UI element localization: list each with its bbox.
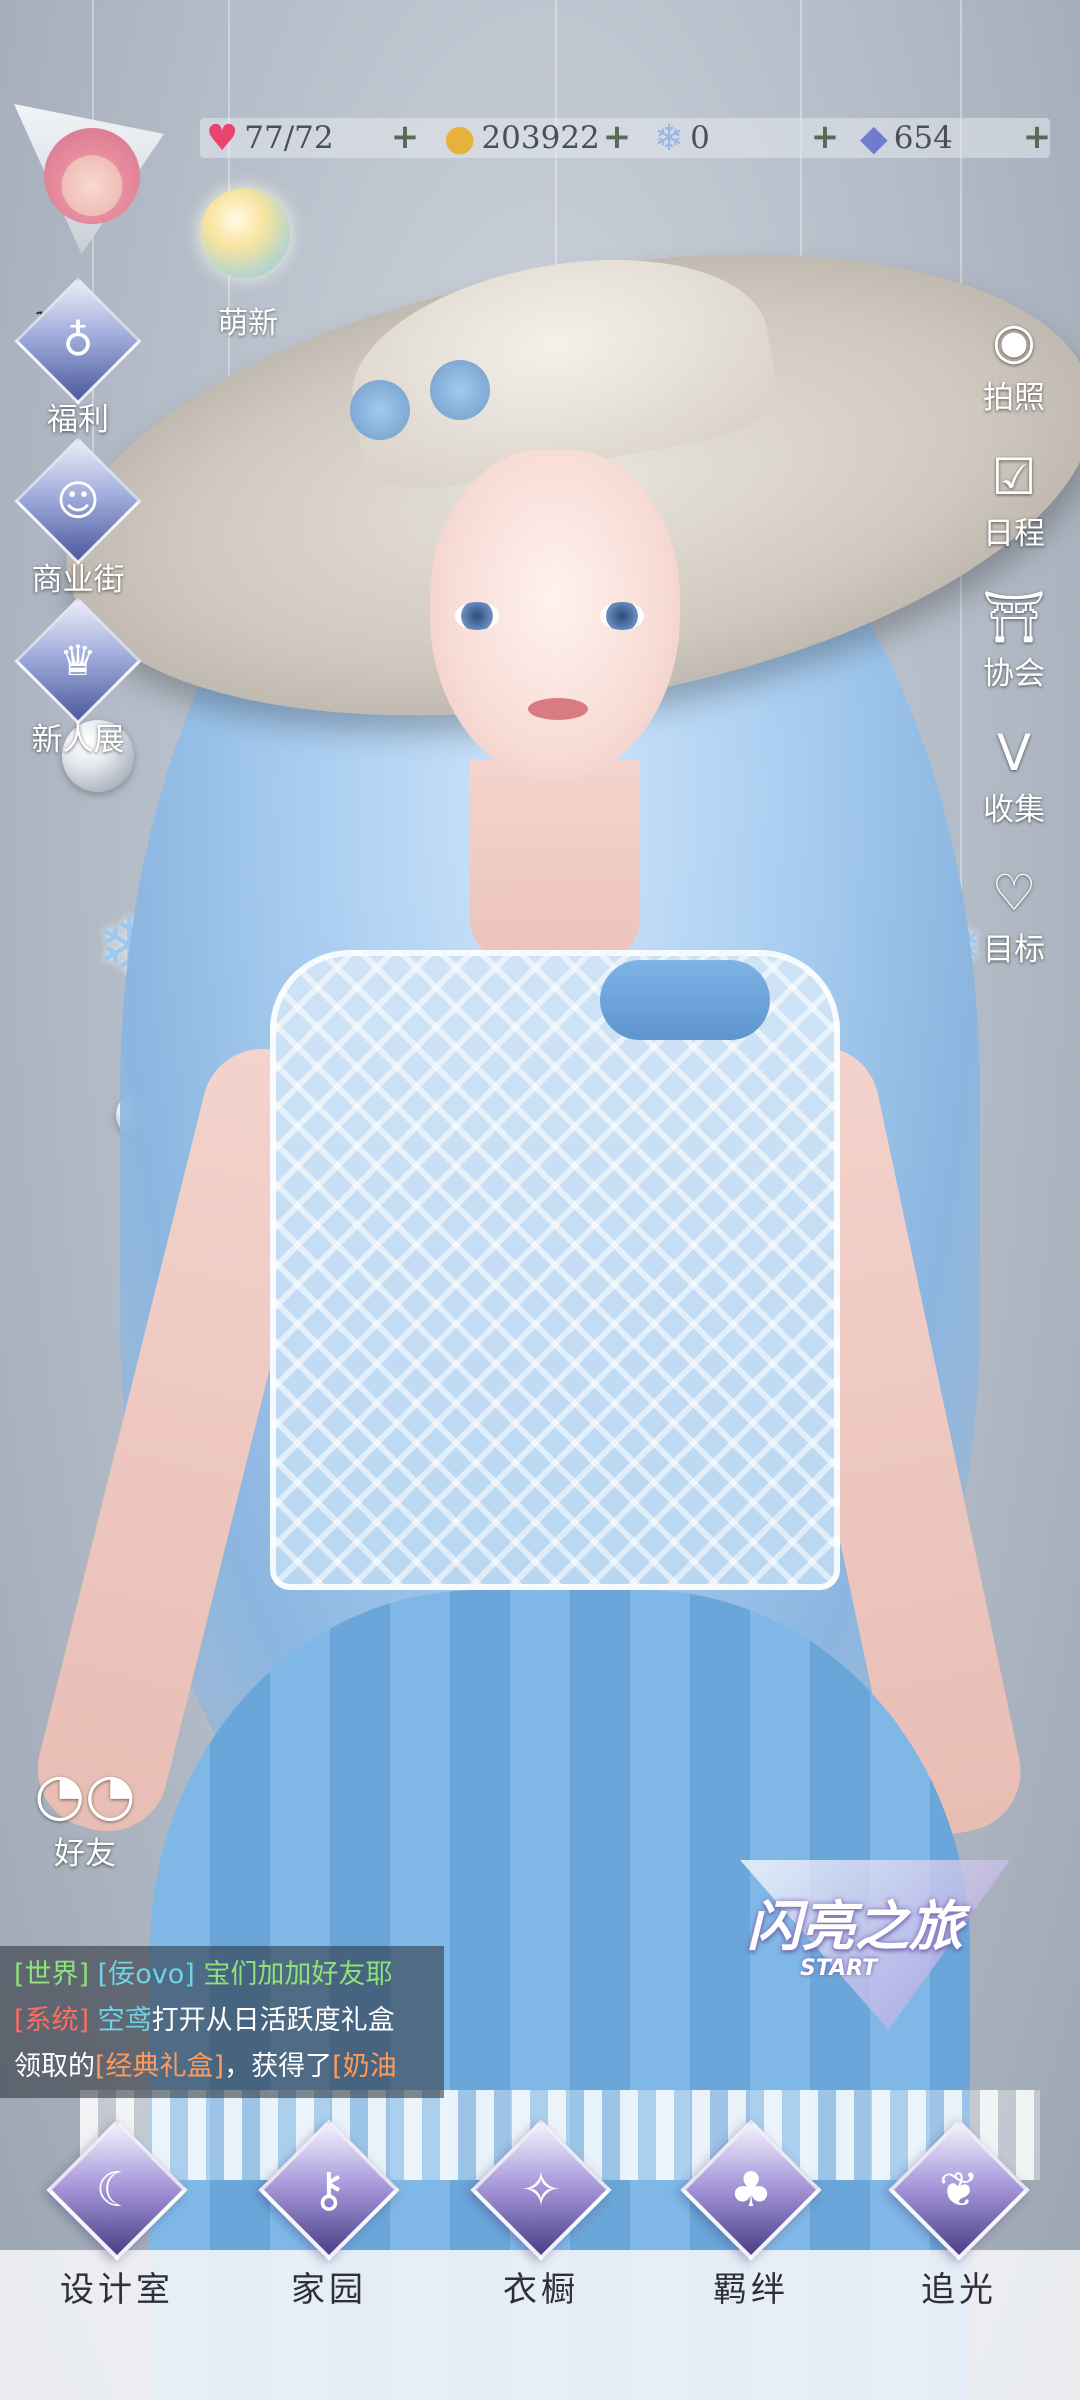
gold-value: 203922 bbox=[481, 120, 600, 156]
character-neck bbox=[470, 760, 640, 960]
crystal-value: 0 bbox=[690, 120, 710, 156]
character-eye bbox=[455, 602, 499, 630]
collection-label: 收集 bbox=[983, 792, 1045, 828]
add-stamina-button[interactable]: + bbox=[388, 120, 422, 154]
wardrobe-label: 衣橱 bbox=[503, 2270, 579, 2310]
crystal-resource: ❄ 0 bbox=[654, 114, 710, 162]
stamina-resource: ♥ 77/72 bbox=[206, 114, 334, 162]
crown-stage-icon: ♛ bbox=[59, 636, 97, 685]
clover-icon: ♣ bbox=[729, 2162, 773, 2218]
add-gold-button[interactable]: + bbox=[600, 120, 634, 154]
snowflake-crystal-icon: ❄ bbox=[654, 117, 685, 159]
guild-label: 协会 bbox=[983, 656, 1045, 692]
welfare-button[interactable]: ♁ 福利 bbox=[14, 277, 142, 439]
shining-journey-banner[interactable]: 闪亮之旅 START bbox=[740, 1860, 1010, 2030]
character-eye bbox=[600, 602, 644, 630]
chat-item-link[interactable]: [经典礼盒] bbox=[95, 2051, 224, 2082]
guild-gate-icon: ⛩ bbox=[982, 588, 1046, 646]
chat-player-name[interactable]: [佞ovo] bbox=[98, 1959, 195, 1990]
calendar-check-icon: ☑ bbox=[991, 448, 1037, 506]
newbie-event-bubble[interactable] bbox=[200, 188, 290, 278]
journey-title: 闪亮之旅 bbox=[747, 1894, 963, 1958]
heart-gem-icon: ♥ bbox=[206, 117, 239, 159]
chase-light-button[interactable]: ❦ 追光 bbox=[884, 2119, 1034, 2311]
crystal-flower-icon: ✧ bbox=[520, 2162, 562, 2218]
hat-flower bbox=[350, 380, 410, 440]
key-icon: ⚷ bbox=[311, 2162, 347, 2218]
goals-button[interactable]: ♡ 目标 bbox=[954, 862, 1074, 969]
diamond-value: 654 bbox=[893, 120, 953, 156]
stamina-value: 77/72 bbox=[244, 120, 334, 156]
home-button[interactable]: ⚷ 家园 bbox=[254, 2119, 404, 2311]
chase-light-label: 追光 bbox=[921, 2270, 997, 2310]
system-channel-tag: [系统] bbox=[14, 2005, 90, 2036]
camera-icon: ◉ bbox=[992, 312, 1036, 370]
gold-coin-icon: ● bbox=[444, 117, 476, 159]
chat-message: 宝们加加好友耶 bbox=[203, 1959, 393, 1990]
add-crystal-button[interactable]: + bbox=[808, 120, 842, 154]
diamond-icon: ◆ bbox=[860, 117, 888, 159]
bond-button[interactable]: ♣ 羁绊 bbox=[676, 2119, 826, 2311]
target-heart-icon: ♡ bbox=[991, 864, 1037, 922]
bond-label: 羁绊 bbox=[713, 2270, 789, 2310]
chat-line: [系统] 空鸢打开从日活跃度礼盒 bbox=[14, 1998, 430, 2044]
shopping-bag-icon: ☺ bbox=[56, 476, 100, 525]
goals-label: 目标 bbox=[983, 932, 1045, 968]
collection-button[interactable]: V 收集 bbox=[954, 722, 1074, 829]
moon-star-icon: ☾ bbox=[95, 2162, 139, 2218]
schedule-button[interactable]: ☑ 日程 bbox=[954, 446, 1074, 553]
chat-item-link[interactable]: [奶油 bbox=[332, 2051, 397, 2082]
wardrobe-button[interactable]: ✧ 衣橱 bbox=[466, 2119, 616, 2311]
design-room-button[interactable]: ☾ 设计室 bbox=[42, 2119, 192, 2311]
friends-button[interactable]: ◔◔ 好友 bbox=[30, 1760, 140, 1873]
shopping-street-button[interactable]: ☺ 商业街 bbox=[14, 437, 142, 599]
chat-player-name[interactable]: 空鸢 bbox=[98, 2005, 152, 2036]
friends-icon: ◔◔ bbox=[34, 1760, 136, 1828]
character-lips bbox=[528, 698, 588, 720]
character-lace-top bbox=[270, 950, 840, 1590]
guild-button[interactable]: ⛩ 协会 bbox=[954, 586, 1074, 693]
journey-subtitle: START bbox=[800, 1956, 878, 1981]
add-diamond-button[interactable]: + bbox=[1020, 120, 1054, 154]
gold-resource: ● 203922 bbox=[444, 114, 600, 162]
chat-line: 领取的[经典礼盒]，获得了[奶油 bbox=[14, 2044, 430, 2090]
design-room-label: 设计室 bbox=[60, 2270, 174, 2310]
friends-label: 好友 bbox=[54, 1836, 116, 1872]
schedule-label: 日程 bbox=[983, 516, 1045, 552]
character-bow bbox=[600, 960, 770, 1040]
collection-v-icon: V bbox=[996, 724, 1032, 782]
newbie-event-label: 萌新 bbox=[218, 306, 278, 341]
home-label: 家园 bbox=[291, 2270, 367, 2310]
photo-button[interactable]: ◉ 拍照 bbox=[954, 310, 1074, 417]
chat-box[interactable]: [世界] [佞ovo] 宝们加加好友耶 [系统] 空鸢打开从日活跃度礼盒 领取的… bbox=[0, 1946, 444, 2098]
player-avatar[interactable]: 13 bbox=[14, 104, 164, 334]
balloon-icon: ♁ bbox=[62, 316, 94, 365]
chat-line: [世界] [佞ovo] 宝们加加好友耶 bbox=[14, 1952, 430, 1998]
photo-label: 拍照 bbox=[983, 380, 1045, 416]
butterfly-icon: ❦ bbox=[938, 2162, 980, 2218]
diamond-resource: ◆ 654 bbox=[860, 114, 953, 162]
chat-message: 领取的 bbox=[14, 2051, 95, 2082]
newcomer-show-button[interactable]: ♛ 新人展 bbox=[14, 597, 142, 759]
world-channel-tag: [世界] bbox=[14, 1959, 90, 1990]
hat-flower bbox=[430, 360, 490, 420]
avatar-portrait bbox=[44, 128, 140, 224]
chat-message: 打开从日活跃度礼盒 bbox=[151, 2005, 395, 2036]
chat-message: ，获得了 bbox=[224, 2051, 333, 2082]
